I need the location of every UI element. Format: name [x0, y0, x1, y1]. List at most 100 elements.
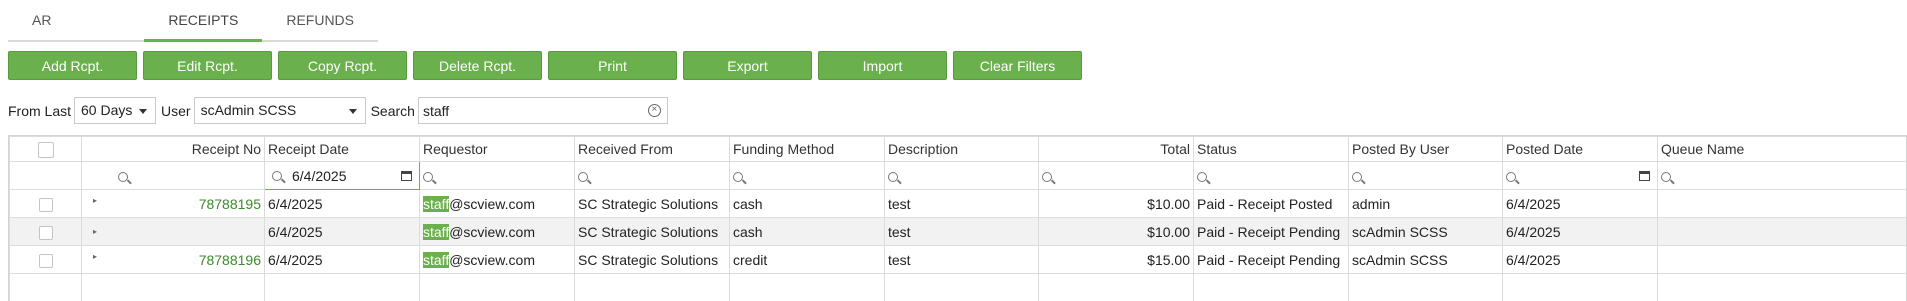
row-checkbox[interactable] [38, 197, 53, 212]
queue-name-cell [1657, 245, 1906, 274]
filter-receipt-date[interactable]: 6/4/2025 [264, 161, 420, 190]
receipt-no-link[interactable]: 78788195 [199, 196, 261, 212]
filter-posted-date[interactable] [1502, 161, 1658, 190]
from-last-label: From Last [8, 102, 72, 119]
search-icon [272, 170, 282, 181]
received-from-cell: SC Strategic Solutions [574, 189, 730, 218]
filter-description[interactable] [884, 161, 1039, 190]
clear-filters-button[interactable]: Clear Filters [953, 51, 1082, 80]
col-header-total[interactable]: Total [1038, 136, 1194, 162]
funding-method-cell: cash [729, 189, 885, 218]
table-row[interactable]: ▸ 78788195 6/4/2025 staff@scview.com SC S… [9, 189, 1906, 218]
filter-status[interactable] [1193, 161, 1349, 190]
receipt-no-cell: ▸ [81, 217, 265, 246]
funding-method-cell: cash [729, 217, 885, 246]
col-header-requestor[interactable]: Requestor [419, 136, 575, 162]
funding-method-cell: credit [729, 245, 885, 274]
chevron-down-icon [139, 109, 148, 114]
col-header-received-from[interactable]: Received From [574, 136, 730, 162]
posted-by-cell: scAdmin SCSS [1348, 217, 1503, 246]
posted-date-cell: 6/4/2025 [1502, 217, 1658, 246]
receipt-no-cell: ▸ 78788195 [81, 189, 265, 218]
edit-receipt-button[interactable]: Edit Rcpt. [143, 51, 272, 80]
col-header-funding-method[interactable]: Funding Method [729, 136, 885, 162]
add-receipt-button[interactable]: Add Rcpt. [8, 51, 137, 80]
toolbar: Add Rcpt. Edit Rcpt. Copy Rcpt. Delete R… [8, 51, 1082, 80]
clear-search-icon[interactable]: × [647, 104, 661, 117]
col-header-posted-date[interactable]: Posted Date [1502, 136, 1658, 162]
filter-receipt-no[interactable] [81, 161, 265, 190]
search-icon [888, 171, 898, 182]
import-button[interactable]: Import [818, 51, 947, 80]
search-icon [1661, 171, 1671, 182]
table-row[interactable]: ▸ 6/4/2025 staff@scview.com SC Strategic… [9, 217, 1906, 246]
col-header-posted-by-user[interactable]: Posted By User [1348, 136, 1503, 162]
search-icon [1506, 171, 1516, 182]
tab-ar-invoices[interactable]: AR INVOICES [8, 0, 144, 68]
filter-bar: From Last 60 Days User scAdmin SCSS Sear… [8, 97, 668, 124]
filter-funding-method[interactable] [729, 161, 885, 190]
search-highlight: staff [423, 251, 450, 268]
calendar-icon[interactable] [1639, 171, 1650, 181]
search-icon [1197, 171, 1207, 182]
row-checkbox[interactable] [38, 253, 53, 268]
user-select[interactable]: scAdmin SCSS [193, 97, 366, 124]
row-select-cell [9, 217, 82, 246]
search-highlight: staff [423, 195, 450, 212]
grid-header-row: Receipt No Receipt Date Requestor Receiv… [9, 136, 1906, 162]
filter-posted-by-user[interactable] [1348, 161, 1503, 190]
print-button[interactable]: Print [548, 51, 677, 80]
table-row[interactable]: ▸ 78788196 6/4/2025 staff@scview.com SC S… [9, 245, 1906, 274]
copy-receipt-button[interactable]: Copy Rcpt. [278, 51, 407, 80]
select-all-checkbox[interactable] [37, 141, 54, 158]
col-header-receipt-date[interactable]: Receipt Date [264, 136, 420, 162]
tab-refunds[interactable]: REFUNDS [262, 0, 378, 40]
col-header-status[interactable]: Status [1193, 136, 1349, 162]
from-last-select[interactable]: 60 Days [74, 97, 157, 124]
status-cell: Paid - Receipt Posted [1193, 189, 1349, 218]
search-box: × [417, 97, 668, 124]
queue-name-cell [1657, 217, 1906, 246]
col-header-queue-name[interactable]: Queue Name [1657, 136, 1906, 162]
requestor-rest: @scview.com [449, 223, 535, 240]
col-header-description[interactable]: Description [884, 136, 1039, 162]
search-icon [1042, 171, 1052, 182]
filter-queue-name[interactable] [1657, 161, 1906, 190]
expand-row-icon[interactable]: ▸ [93, 227, 97, 236]
from-last-value: 60 Days [81, 102, 133, 118]
status-cell: Paid - Receipt Pending [1193, 245, 1349, 274]
filter-receipt-date-value: 6/4/2025 [292, 167, 347, 184]
filter-received-from[interactable] [574, 161, 730, 190]
search-icon [733, 171, 743, 182]
filter-total[interactable] [1038, 161, 1194, 190]
receipt-date-cell: 6/4/2025 [264, 245, 420, 274]
filter-cell-empty [9, 161, 82, 190]
received-from-cell: SC Strategic Solutions [574, 217, 730, 246]
chevron-down-icon [348, 109, 357, 114]
row-select-cell [9, 245, 82, 274]
requestor-cell: staff@scview.com [419, 217, 575, 246]
description-cell: test [884, 245, 1039, 274]
filter-requestor[interactable] [419, 161, 575, 190]
search-input[interactable] [418, 98, 639, 123]
requestor-rest: @scview.com [449, 195, 535, 212]
search-icon [423, 171, 433, 182]
receipt-no-link[interactable]: 78788196 [199, 252, 261, 268]
receipts-grid: Receipt No Receipt Date Requestor Receiv… [8, 135, 1907, 301]
row-checkbox[interactable] [38, 225, 53, 240]
posted-date-cell: 6/4/2025 [1502, 189, 1658, 218]
expand-row-icon[interactable]: ▸ [93, 196, 97, 205]
select-all-cell [9, 136, 82, 162]
export-button[interactable]: Export [683, 51, 812, 80]
delete-receipt-button[interactable]: Delete Rcpt. [413, 51, 542, 80]
total-cell: $10.00 [1038, 217, 1194, 246]
search-icon [1352, 171, 1362, 182]
queue-name-cell [1657, 189, 1906, 218]
tab-bar: AR INVOICES RECEIPTS REFUNDS [8, 0, 378, 68]
col-header-receipt-no[interactable]: Receipt No [81, 136, 265, 162]
search-icon [118, 171, 128, 182]
user-value: scAdmin SCSS [200, 102, 297, 118]
expand-row-icon[interactable]: ▸ [93, 252, 97, 261]
calendar-icon[interactable] [401, 171, 412, 181]
tab-receipts[interactable]: RECEIPTS [144, 0, 263, 42]
